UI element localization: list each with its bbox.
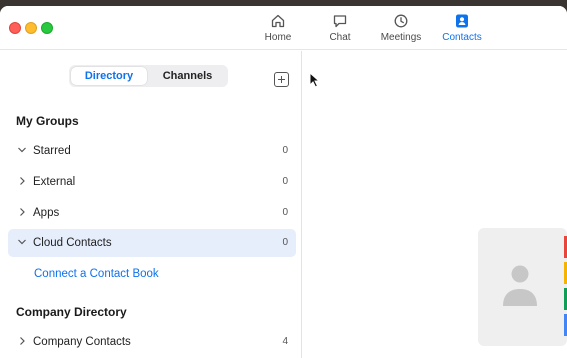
nav-chat-label: Chat [329,32,351,43]
group-external[interactable]: External 0 [8,168,296,196]
tab-directory[interactable]: Directory [71,67,147,85]
group-count: 0 [282,176,288,187]
chevron-right-icon [20,337,25,345]
group-starred[interactable]: Starred 0 [8,137,296,165]
group-label: Starred [33,145,71,157]
chevron-down-icon [18,147,26,153]
contacts-sidebar: Directory Channels My Groups Starred 0 E… [0,51,302,358]
nav-home[interactable]: Home [248,13,308,43]
add-icon[interactable] [274,72,289,87]
self-video-thumbnail[interactable] [478,228,567,346]
zoom-window-button[interactable] [41,22,53,34]
tab-channels[interactable]: Channels [149,67,226,85]
group-count: 0 [282,207,288,218]
clock-icon [394,14,408,28]
minimize-window-button[interactable] [25,22,37,34]
nav-contacts-label: Contacts [442,32,482,43]
mouse-cursor-icon [309,72,321,88]
nav-home-label: Home [264,32,292,43]
group-cloud-contacts[interactable]: Cloud Contacts 0 [8,229,296,257]
group-count: 0 [282,145,288,156]
nav-meetings[interactable]: Meetings [371,13,431,43]
my-groups-title: My Groups [16,114,79,128]
group-label: External [33,176,76,188]
chevron-down-icon [18,239,26,245]
group-count: 0 [282,237,288,248]
group-label: Cloud Contacts [33,237,112,249]
connect-contact-book-link[interactable]: Connect a Contact Book [34,268,159,280]
group-count: 4 [282,336,288,347]
contacts-icon [456,14,468,28]
chat-icon [333,15,347,28]
group-company-contacts[interactable]: Company Contacts 4 [8,328,296,356]
company-directory-title: Company Directory [16,305,127,319]
zoom-window: Home Chat Meetings Contacts Directory Ch… [0,6,567,358]
title-bar: Home Chat Meetings Contacts [0,6,567,50]
group-label: Company Contacts [33,336,131,348]
chevron-right-icon [20,177,25,185]
group-label: Apps [33,207,60,219]
avatar-icon [503,265,537,306]
nav-meetings-label: Meetings [380,32,422,43]
directory-channels-toggle: Directory Channels [69,65,228,87]
close-window-button[interactable] [9,22,21,34]
chevron-right-icon [20,208,25,216]
home-icon [271,14,285,28]
nav-contacts[interactable]: Contacts [432,13,492,43]
group-apps[interactable]: Apps 0 [8,199,296,227]
nav-chat[interactable]: Chat [310,13,370,43]
